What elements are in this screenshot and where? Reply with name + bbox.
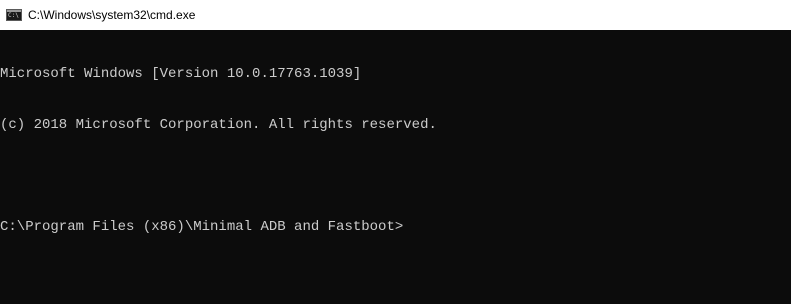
command-prompt: C:\Program Files (x86)\Minimal ADB and F…	[0, 219, 404, 235]
cmd-window: C:\Windows\system32\cmd.exe Microsoft Wi…	[0, 0, 791, 304]
console-line-version: Microsoft Windows [Version 10.0.17763.10…	[0, 66, 362, 82]
console-output[interactable]: Microsoft Windows [Version 10.0.17763.10…	[0, 30, 791, 304]
console-line-prompt[interactable]: C:\Program Files (x86)\Minimal ADB and F…	[0, 219, 791, 236]
console-icon[interactable]	[6, 9, 22, 21]
window-title: C:\Windows\system32\cmd.exe	[28, 8, 196, 22]
console-line-copyright: (c) 2018 Microsoft Corporation. All righ…	[0, 117, 437, 133]
title-bar[interactable]: C:\Windows\system32\cmd.exe	[0, 0, 791, 30]
